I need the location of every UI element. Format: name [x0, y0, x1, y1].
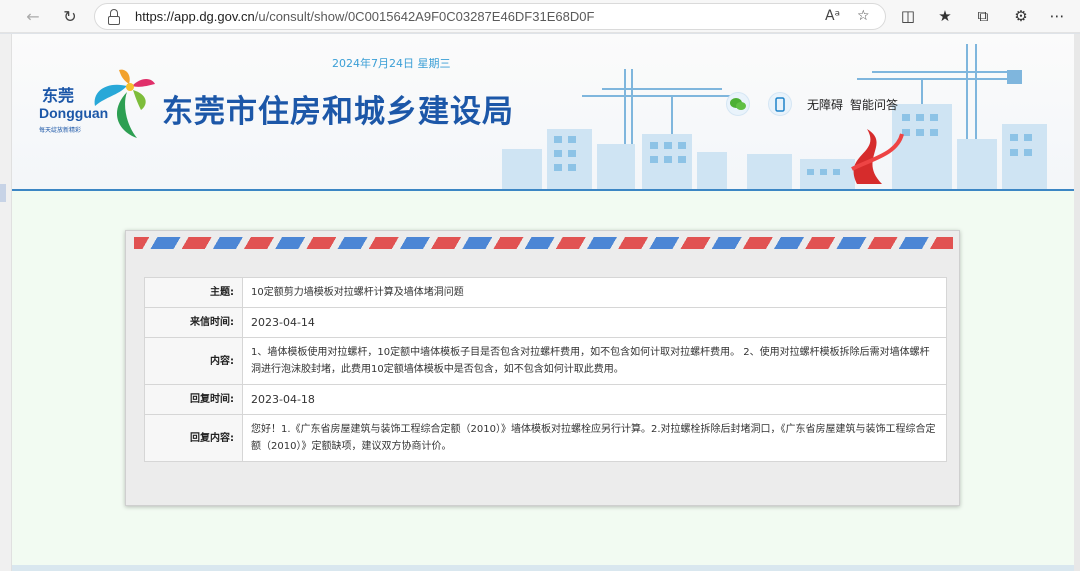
reply-date-value: 2023-04-18	[242, 384, 947, 415]
extensions-icon[interactable]: ⚙	[1011, 7, 1031, 25]
consult-letter-card: 主题: 10定额剪力墙模板对拉螺杆计算及墙体堵洞问题 来信时间: 2023-04…	[125, 230, 960, 506]
page-content: 2024年7月24日 星期三 东莞 Dongguan 每天绽放新精彩 东莞市住房…	[12, 34, 1074, 571]
favorite-star-icon[interactable]: ☆	[857, 8, 870, 24]
favorites-icon[interactable]: ★	[935, 7, 955, 25]
svg-text:每天绽放新精彩: 每天绽放新精彩	[39, 126, 81, 134]
site-banner: 2024年7月24日 星期三 东莞 Dongguan 每天绽放新精彩 东莞市住房…	[12, 34, 1074, 191]
site-title[interactable]: 东莞市住房和城乡建设局	[162, 86, 514, 131]
reply-content-value: 您好！1.《广东省房屋建筑与装饰工程综合定额（2010）》墙体模板对拉螺栓应另行…	[242, 414, 947, 462]
table-row: 来信时间: 2023-04-14	[144, 307, 947, 338]
subject-label: 主题:	[144, 277, 243, 308]
smart-qa-link[interactable]: 智能问答	[850, 96, 898, 113]
accessibility-link[interactable]: 无障碍	[807, 96, 843, 113]
subject-value: 10定额剪力墙模板对拉螺杆计算及墙体堵洞问题	[242, 277, 947, 308]
consult-detail-table: 主题: 10定额剪力墙模板对拉螺杆计算及墙体堵洞问题 来信时间: 2023-04…	[144, 277, 947, 462]
footer-divider	[12, 565, 1074, 571]
side-strip	[0, 34, 12, 571]
svg-text:东莞: 东莞	[42, 86, 74, 105]
browser-toolbar: ← ↻ https://app.dg.gov.cn/u/consult/show…	[0, 0, 1080, 33]
url-text[interactable]: https://app.dg.gov.cn/u/consult/show/0C0…	[135, 9, 594, 24]
city-skyline-illustration	[502, 44, 1047, 189]
collections-icon[interactable]: ⧉	[973, 7, 993, 25]
wechat-icon[interactable]	[726, 92, 750, 116]
letter-date-label: 来信时间:	[144, 307, 243, 338]
back-arrow-icon[interactable]: ←	[22, 6, 44, 28]
airmail-stripe	[134, 237, 953, 249]
reply-date-label: 回复时间:	[144, 384, 243, 415]
table-row: 回复时间: 2023-04-18	[144, 384, 947, 415]
table-row: 内容: 1、墙体模板使用对拉螺杆，10定额中墙体模板子目是否包含对拉螺杆费用，如…	[144, 337, 947, 385]
mobile-icon[interactable]	[768, 92, 792, 116]
svg-text:Dongguan: Dongguan	[39, 105, 108, 121]
reload-icon[interactable]: ↻	[59, 6, 81, 28]
content-label: 内容:	[144, 337, 243, 385]
content-value: 1、墙体模板使用对拉螺杆，10定额中墙体模板子目是否包含对拉螺杆费用，如不包含如…	[242, 337, 947, 385]
lock-icon[interactable]	[107, 9, 121, 25]
read-aloud-icon[interactable]: Aᵃ	[825, 8, 840, 24]
current-date: 2024年7月24日 星期三	[332, 57, 451, 70]
split-screen-icon[interactable]: ◫	[898, 7, 918, 25]
address-bar[interactable]: https://app.dg.gov.cn/u/consult/show/0C0…	[94, 3, 886, 30]
more-options-icon[interactable]: ⋯	[1047, 7, 1067, 25]
page-scrollbar[interactable]	[1074, 34, 1080, 571]
letter-date-value: 2023-04-14	[242, 307, 947, 338]
reply-content-label: 回复内容:	[144, 414, 243, 462]
table-row: 主题: 10定额剪力墙模板对拉螺杆计算及墙体堵洞问题	[144, 277, 947, 308]
dongguan-logo: 东莞 Dongguan 每天绽放新精彩	[39, 69, 155, 138]
table-row: 回复内容: 您好！1.《广东省房屋建筑与装饰工程综合定额（2010）》墙体模板对…	[144, 414, 947, 462]
